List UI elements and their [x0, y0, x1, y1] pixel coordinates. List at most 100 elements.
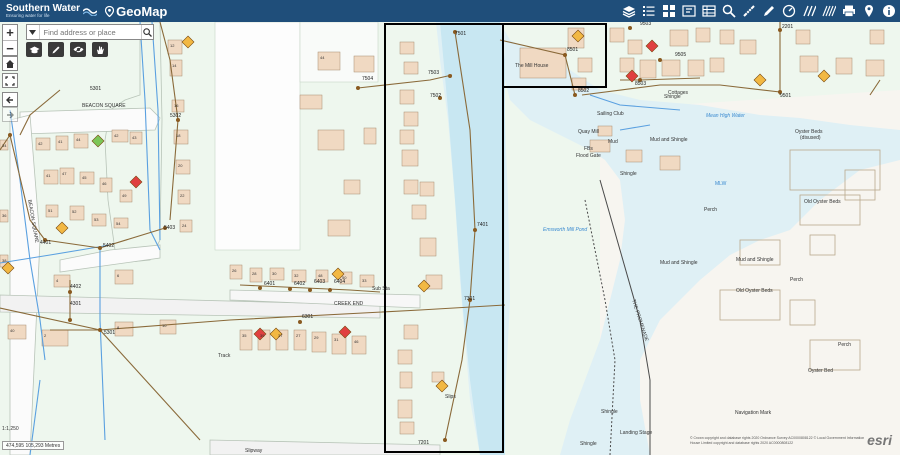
- node-label: 5302: [170, 113, 181, 119]
- measure-button[interactable]: [740, 2, 758, 20]
- node-label: 5403: [164, 225, 175, 231]
- house-number: 10: [162, 323, 167, 328]
- place-label: Shingle: [620, 171, 637, 177]
- gauge-button[interactable]: [780, 2, 798, 20]
- search-tool-button[interactable]: [720, 2, 738, 20]
- map-canvas[interactable]: BEACON SQUARE BEACON SQUARE CREEK END Tr…: [0, 22, 900, 455]
- house-number: 14: [172, 63, 177, 68]
- node-label: 5301: [90, 86, 101, 92]
- fullscreen-button[interactable]: [2, 73, 18, 88]
- zoom-in-button[interactable]: +: [3, 25, 17, 40]
- place-label: Slips: [445, 394, 456, 400]
- hatch-button-1[interactable]: [800, 2, 818, 20]
- layers-button[interactable]: [620, 2, 638, 20]
- zoom-out-button[interactable]: −: [3, 40, 17, 56]
- place-label: Perch: [790, 277, 803, 283]
- house-number: 51: [48, 208, 53, 213]
- legend-button[interactable]: [640, 2, 658, 20]
- house-number: 22: [180, 193, 185, 198]
- house-number: 29: [314, 335, 319, 340]
- water-label: Mean High Water: [706, 113, 745, 119]
- location-icon: [865, 5, 873, 17]
- house-number: 30: [272, 271, 277, 276]
- node-label: 5301: [104, 330, 115, 336]
- fullscreen-icon: [5, 75, 15, 86]
- house-number: 18: [176, 133, 181, 138]
- house-number: 41: [46, 173, 51, 178]
- search-input[interactable]: [39, 25, 141, 39]
- search-icon: [142, 27, 152, 37]
- map-view[interactable]: BEACON SQUARE BEACON SQUARE CREEK END Tr…: [0, 22, 900, 455]
- eye-off-icon: [73, 45, 83, 54]
- search-source-dropdown[interactable]: [27, 25, 40, 39]
- place-label: Sub Sta: [372, 286, 390, 292]
- flag-icon: [682, 5, 696, 17]
- table-button[interactable]: [700, 2, 718, 20]
- house-number: 38: [2, 258, 7, 263]
- gauge-icon: [782, 4, 796, 18]
- node-label: 7201: [418, 440, 429, 446]
- water-label: Emsworth Mill Pond: [543, 227, 587, 233]
- draw-icon: [764, 6, 774, 16]
- map-pin-icon: [105, 5, 115, 17]
- pencil-icon: [52, 46, 60, 53]
- forward-button[interactable]: [2, 107, 18, 122]
- house-number: 26: [232, 268, 237, 273]
- node-label: 4301: [70, 301, 81, 307]
- edit-tool-button[interactable]: [48, 42, 64, 57]
- house-number: 45: [82, 175, 87, 180]
- place-label: Old Oyster Beds: [736, 288, 773, 294]
- search-button[interactable]: [140, 25, 154, 39]
- house-number: 33: [362, 278, 367, 283]
- house-number: 36: [2, 213, 7, 218]
- house-number: 27: [296, 333, 301, 338]
- place-label: Mud and Shingle: [650, 137, 688, 143]
- place-label: FBs: [584, 146, 593, 152]
- zoom-control: + −: [2, 24, 18, 56]
- street-view-tool-button[interactable]: [92, 42, 108, 57]
- place-label: Mud and Shingle: [660, 260, 698, 266]
- house-number: 50: [342, 275, 347, 280]
- place-label: Perch: [838, 342, 851, 348]
- node-label: 6402: [294, 281, 305, 287]
- home-icon: [6, 59, 14, 68]
- home-button[interactable]: [2, 56, 18, 71]
- place-label: (disused): [800, 135, 821, 141]
- bookmark-button[interactable]: [680, 2, 698, 20]
- street-label: BEACON SQUARE: [82, 103, 126, 109]
- info-button[interactable]: [880, 2, 898, 20]
- toolbar: [618, 0, 898, 22]
- node-label: 4402: [70, 284, 81, 290]
- locate-button[interactable]: [860, 2, 878, 20]
- arrow-left-icon: [6, 96, 13, 103]
- house-number: 53: [94, 217, 99, 222]
- brand: Southern Water Ensuring water for life: [0, 0, 98, 22]
- place-label: Landing Stage: [620, 430, 652, 436]
- house-number: 34: [2, 143, 7, 148]
- print-button[interactable]: [840, 2, 858, 20]
- geomap-app: Southern Water Ensuring water for life G…: [0, 0, 900, 455]
- place-label: The Mill House: [515, 63, 549, 69]
- draw-button[interactable]: [760, 2, 778, 20]
- house-number: 48: [318, 273, 323, 278]
- layers-icon: [622, 6, 636, 18]
- house-number: 47: [62, 171, 67, 176]
- house-number: 46: [354, 339, 359, 344]
- node-label: 7504: [362, 76, 373, 82]
- print-icon: [843, 5, 855, 17]
- brand-name: Southern Water: [6, 3, 81, 14]
- visibility-tool-button[interactable]: [70, 42, 86, 57]
- house-number: 20: [178, 163, 183, 168]
- hatch-button-2[interactable]: [820, 2, 838, 20]
- back-button[interactable]: [2, 92, 18, 107]
- chevron-down-icon: [29, 29, 37, 35]
- place-label: Navigation Mark: [735, 410, 772, 416]
- node-label: 5402: [103, 243, 114, 249]
- node-label: 9505: [675, 52, 686, 58]
- identify-tool-button[interactable]: [26, 42, 42, 57]
- basemap-button[interactable]: [660, 2, 678, 20]
- place-label: Mud and Shingle: [736, 257, 774, 263]
- house-number: 16: [174, 103, 179, 108]
- house-number: 12: [170, 43, 175, 48]
- table-icon: [702, 5, 716, 17]
